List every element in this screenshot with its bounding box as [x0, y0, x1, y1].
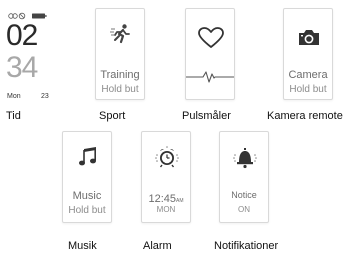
- sport-hint: Hold but: [101, 84, 139, 95]
- sport-title: Training: [100, 69, 140, 81]
- screen-heart-rate[interactable]: [185, 8, 235, 100]
- screen-sport[interactable]: Training Hold but: [95, 8, 145, 100]
- bell-icon: [232, 147, 258, 169]
- time-minute: 34: [6, 51, 38, 84]
- running-person-icon: [110, 23, 132, 45]
- battery-icon: [32, 13, 47, 19]
- weekday-label: Mon: [7, 93, 21, 100]
- date-label: 23: [41, 93, 49, 100]
- alarm-ampm: AM: [176, 198, 184, 204]
- pulse-line: [186, 69, 234, 85]
- caption-alarm: Alarm: [143, 240, 172, 252]
- notice-title: Notice: [231, 190, 257, 200]
- alarm-day: MON: [156, 205, 176, 214]
- notice-state: ON: [238, 205, 250, 214]
- do-not-disturb-icon: [18, 12, 26, 20]
- camera-title: Camera: [288, 69, 328, 81]
- screen-camera-remote[interactable]: Camera Hold but: [283, 8, 333, 100]
- screen-time[interactable]: 02 34 Mon 23: [4, 8, 54, 100]
- screen-alarm[interactable]: 12:45AM MON: [141, 131, 191, 223]
- alarm-clock-icon: [154, 146, 180, 170]
- caption-tid: Tid: [6, 110, 21, 122]
- caption-puls: Pulsmåler: [182, 110, 231, 122]
- heart-icon: [198, 27, 224, 49]
- bluetooth-icon: [8, 13, 18, 19]
- alarm-time: 12:45: [148, 193, 177, 205]
- music-hint: Hold but: [68, 205, 106, 216]
- music-title: Music: [72, 190, 102, 202]
- time-hour: 02: [6, 19, 38, 52]
- caption-notifikationer: Notifikationer: [214, 240, 279, 252]
- camera-icon: [298, 29, 320, 46]
- caption-kamera: Kamera remote: [267, 110, 343, 122]
- camera-hint: Hold but: [289, 84, 327, 95]
- music-note-icon: [79, 147, 97, 167]
- screen-music[interactable]: Music Hold but: [62, 131, 112, 223]
- screen-notifications[interactable]: Notice ON: [219, 131, 269, 223]
- caption-sport: Sport: [99, 110, 126, 122]
- caption-musik: Musik: [68, 240, 97, 252]
